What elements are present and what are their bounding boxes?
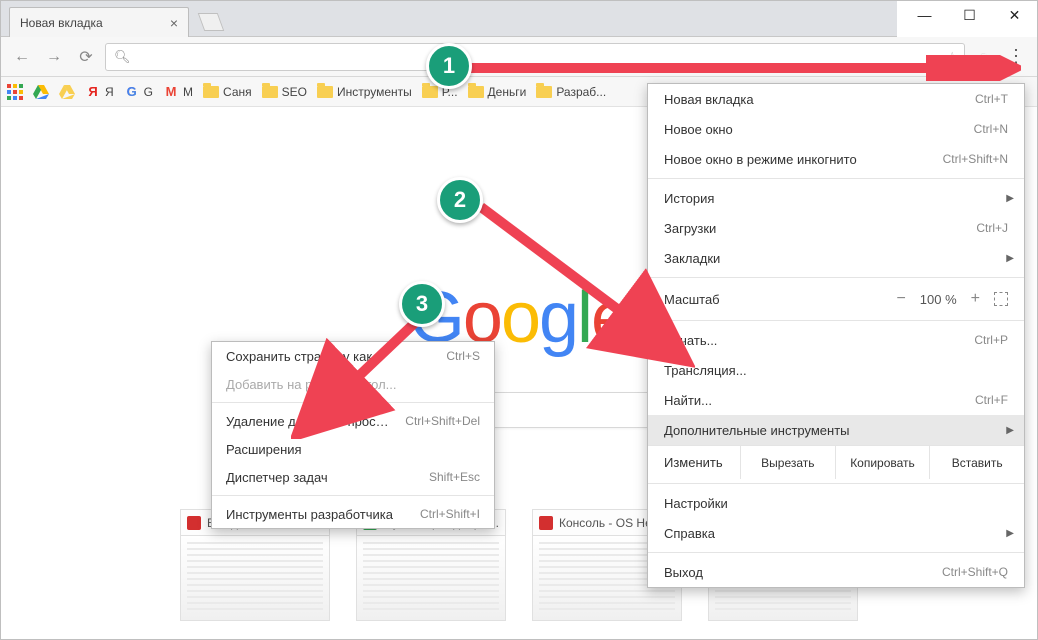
menu-paste[interactable]: Вставить bbox=[929, 446, 1024, 479]
fullscreen-icon[interactable] bbox=[994, 292, 1008, 306]
bookmark-item[interactable]: SEO bbox=[262, 85, 307, 99]
favicon-icon bbox=[539, 516, 553, 530]
bookmark-item[interactable]: Разраб... bbox=[536, 85, 606, 99]
menu-cut[interactable]: Вырезать bbox=[740, 446, 835, 479]
bookmark-item[interactable]: GG bbox=[124, 84, 153, 100]
menu-zoom: Масштаб − 100 % + bbox=[648, 282, 1024, 316]
tab-title: Новая вкладка bbox=[20, 16, 103, 30]
submenu-devtools[interactable]: Инструменты разработчикаCtrl+Shift+I bbox=[212, 500, 494, 528]
annotation-1: 1 bbox=[426, 43, 472, 89]
submenu-add-desktop[interactable]: Добавить на рабочий стол... bbox=[212, 370, 494, 398]
menu-copy[interactable]: Копировать bbox=[835, 446, 930, 479]
menu-settings[interactable]: Настройки bbox=[648, 488, 1024, 518]
folder-icon bbox=[317, 86, 333, 98]
favicon-icon bbox=[33, 84, 49, 100]
tab-strip: Новая вкладка × bbox=[1, 1, 897, 37]
chrome-main-menu: Новая вкладкаCtrl+T Новое окноCtrl+N Нов… bbox=[647, 83, 1025, 588]
zoom-out-button[interactable]: − bbox=[896, 290, 905, 308]
menu-exit[interactable]: ВыходCtrl+Shift+Q bbox=[648, 557, 1024, 587]
submenu-task-manager[interactable]: Диспетчер задачShift+Esc bbox=[212, 463, 494, 491]
forward-button[interactable]: → bbox=[41, 44, 67, 70]
chevron-right-icon: ▶ bbox=[1006, 528, 1014, 539]
bookmark-label: SEO bbox=[282, 85, 307, 99]
close-window-button[interactable]: ✕ bbox=[992, 1, 1037, 29]
tile-thumbnail bbox=[180, 535, 330, 621]
folder-icon bbox=[262, 86, 278, 98]
bookmark-label: G bbox=[144, 85, 153, 99]
menu-downloads[interactable]: ЗагрузкиCtrl+J bbox=[648, 213, 1024, 243]
annotation-3: 3 bbox=[399, 281, 445, 327]
chrome-window: Василий — ☐ ✕ Новая вкладка × ← → ⟳ 🔍︎ ☆… bbox=[0, 0, 1038, 640]
annotation-2: 2 bbox=[437, 177, 483, 223]
menu-help[interactable]: Справка▶ bbox=[648, 518, 1024, 548]
menu-history[interactable]: История▶ bbox=[648, 183, 1024, 213]
bookmark-item[interactable]: Деньги bbox=[468, 85, 527, 99]
folder-icon bbox=[203, 86, 219, 98]
chevron-right-icon: ▶ bbox=[1006, 253, 1014, 264]
back-button[interactable]: ← bbox=[9, 44, 35, 70]
favicon-icon bbox=[59, 84, 75, 100]
menu-edit-label: Изменить bbox=[648, 455, 740, 470]
favicon-icon: G bbox=[124, 84, 140, 100]
bookmark-item[interactable]: ЯЯ bbox=[85, 84, 114, 100]
bookmark-star-icon[interactable]: ☆ bbox=[946, 49, 958, 65]
zoom-value: 100 % bbox=[920, 292, 957, 307]
bookmark-label: Саня bbox=[223, 85, 252, 99]
menu-bookmarks[interactable]: Закладки▶ bbox=[648, 243, 1024, 273]
folder-icon bbox=[422, 86, 438, 98]
zoom-in-button[interactable]: + bbox=[971, 290, 980, 308]
bookmark-label: Инструменты bbox=[337, 85, 412, 99]
submenu-clear-data[interactable]: Удаление данных о просмотренных страница… bbox=[212, 407, 494, 435]
favicon-icon bbox=[187, 516, 201, 530]
menu-find[interactable]: Найти...Ctrl+F bbox=[648, 385, 1024, 415]
bookmark-label: M bbox=[183, 85, 193, 99]
submenu-extensions[interactable]: Расширения bbox=[212, 435, 494, 463]
browser-tab[interactable]: Новая вкладка × bbox=[9, 7, 189, 37]
bookmark-item[interactable]: Инструменты bbox=[317, 85, 412, 99]
menu-edit-row: Изменить Вырезать Копировать Вставить bbox=[648, 445, 1024, 479]
folder-icon bbox=[536, 86, 552, 98]
menu-cast[interactable]: Трансляция... bbox=[648, 355, 1024, 385]
bookmark-label: Разраб... bbox=[556, 85, 606, 99]
menu-new-window[interactable]: Новое окноCtrl+N bbox=[648, 114, 1024, 144]
window-controls: — ☐ ✕ bbox=[902, 1, 1037, 29]
bookmark-item[interactable] bbox=[33, 84, 49, 100]
bookmark-item[interactable] bbox=[59, 84, 75, 100]
chevron-right-icon: ▶ bbox=[1006, 425, 1014, 436]
bookmark-label: Я bbox=[105, 85, 114, 99]
bookmark-item[interactable]: MM bbox=[163, 84, 193, 100]
extension-icon[interactable]: ◒ bbox=[971, 44, 997, 70]
folder-icon bbox=[468, 86, 484, 98]
toolbar: ← → ⟳ 🔍︎ ☆ ◒ ⋮ bbox=[1, 37, 1037, 77]
bookmark-label: Деньги bbox=[488, 85, 527, 99]
menu-new-tab[interactable]: Новая вкладкаCtrl+T bbox=[648, 84, 1024, 114]
maximize-button[interactable]: ☐ bbox=[947, 1, 992, 29]
search-icon: 🔍︎ bbox=[114, 49, 131, 65]
apps-icon bbox=[7, 84, 23, 100]
menu-print[interactable]: Печать...Ctrl+P bbox=[648, 325, 1024, 355]
bookmark-item[interactable] bbox=[7, 84, 23, 100]
more-tools-submenu: Сохранить страницу как...Ctrl+S Добавить… bbox=[211, 341, 495, 529]
address-bar[interactable]: 🔍︎ ☆ bbox=[105, 43, 965, 71]
menu-more-tools[interactable]: Дополнительные инструменты▶ bbox=[648, 415, 1024, 445]
submenu-save-page[interactable]: Сохранить страницу как...Ctrl+S bbox=[212, 342, 494, 370]
favicon-icon: Я bbox=[85, 84, 101, 100]
chrome-menu-button[interactable]: ⋮ bbox=[1003, 44, 1029, 70]
tile-thumbnail bbox=[356, 535, 506, 621]
chevron-right-icon: ▶ bbox=[1006, 193, 1014, 204]
menu-incognito[interactable]: Новое окно в режиме инкогнитоCtrl+Shift+… bbox=[648, 144, 1024, 174]
bookmark-item[interactable]: Саня bbox=[203, 85, 252, 99]
reload-button[interactable]: ⟳ bbox=[73, 44, 99, 70]
tab-close-icon[interactable]: × bbox=[170, 15, 178, 31]
minimize-button[interactable]: — bbox=[902, 1, 947, 29]
favicon-icon: M bbox=[163, 84, 179, 100]
new-tab-button[interactable] bbox=[198, 13, 225, 31]
